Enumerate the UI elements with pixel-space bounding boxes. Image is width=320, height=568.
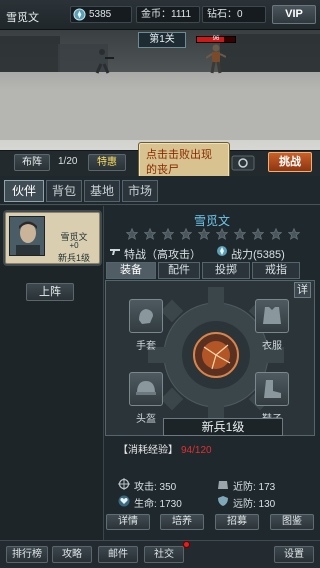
diamond-value: 钻石：0 [207, 9, 243, 20]
special-offer-button[interactable]: 特惠 [88, 154, 126, 171]
helmet-label: 头盔 [136, 414, 156, 425]
hp-stat: 生命: 1730 [134, 499, 182, 510]
star-icon [180, 228, 192, 240]
formation-count: 1/20 [58, 156, 78, 167]
gloves-slot[interactable] [129, 299, 163, 333]
star-icon [288, 228, 300, 240]
tab-rings[interactable]: 戒指 [252, 262, 300, 279]
shoes-slot[interactable] [255, 372, 289, 406]
power-display: 5385 [70, 6, 132, 23]
tab-divider [0, 204, 320, 205]
clothes-label: 衣服 [262, 341, 282, 352]
exp-row: 【消耗经验】 94/120 [118, 441, 212, 456]
attack-icon [118, 478, 130, 490]
codex-button[interactable]: 图鉴 [270, 514, 314, 530]
avatar [10, 217, 44, 255]
helmet-icon [136, 381, 156, 395]
vip-button[interactable]: VIP [272, 5, 316, 24]
train-button[interactable]: 培养 [160, 514, 204, 530]
power-value: 5385 [89, 9, 112, 20]
vest-icon [263, 307, 281, 324]
formation-button[interactable]: 布阵 [14, 154, 50, 171]
star-icon [252, 228, 264, 240]
nav-settings[interactable]: 设置 [274, 546, 314, 563]
boots-icon [264, 380, 281, 398]
enemy-hp-bar: 96 [196, 36, 236, 43]
challenge-button[interactable]: 挑战 [268, 152, 312, 172]
settings-gear-icon[interactable] [231, 155, 255, 171]
equipment-detail-button[interactable]: 详 [294, 282, 311, 298]
star-rating [126, 228, 304, 242]
diamond-display: 钻石：0 [202, 6, 266, 23]
tab-base[interactable]: 基地 [84, 180, 120, 202]
ranged-defense-stat: 远防: 130 [233, 499, 276, 510]
player-name: 雪觅文 [6, 12, 39, 24]
partner-portrait [9, 216, 45, 256]
battle-scene[interactable]: 第1关 96 [0, 30, 320, 150]
heart-icon [118, 495, 130, 507]
ruins-left [0, 36, 60, 72]
power-icon [217, 246, 227, 256]
soldier-sprite [95, 49, 114, 74]
helmet-slot[interactable] [129, 372, 163, 406]
road [0, 90, 320, 140]
gloves-icon [139, 309, 153, 324]
notification-dot [183, 541, 190, 548]
hero-name: 雪觅文 [193, 214, 230, 228]
star-icon [216, 228, 228, 240]
tab-equipment[interactable]: 装备 [106, 262, 156, 279]
shield-icon [218, 496, 228, 506]
power-icon [73, 8, 86, 21]
exp-label: 【消耗经验】 [118, 445, 178, 456]
tab-throwables[interactable]: 投掷 [202, 262, 250, 279]
deploy-button[interactable]: 上阵 [26, 283, 74, 301]
nav-social[interactable]: 社交 [144, 546, 184, 563]
gold-display: 金币：1111 [136, 6, 200, 23]
gun-icon [110, 249, 120, 255]
tab-partner[interactable]: 伙伴 [4, 180, 44, 202]
details-button[interactable]: 详情 [106, 514, 150, 530]
hero-power: 战力(5385) [231, 249, 285, 261]
clothes-slot[interactable] [255, 299, 289, 333]
star-icon [198, 228, 210, 240]
gold-value: 金币：1111 [141, 9, 192, 20]
rank-bar: 新兵1级 [163, 418, 283, 436]
nav-leaderboard[interactable]: 排行榜 [6, 546, 48, 563]
attack-stat: 攻击: 350 [134, 482, 177, 493]
star-icon [144, 228, 156, 240]
star-icon [234, 228, 246, 240]
nav-guide[interactable]: 攻略 [52, 546, 92, 563]
recruit-button[interactable]: 招募 [215, 514, 259, 530]
gloves-label: 手套 [136, 341, 156, 352]
tab-parts[interactable]: 配件 [158, 262, 200, 279]
star-icon [162, 228, 174, 240]
star-icon [270, 228, 282, 240]
zombie-sprite [206, 44, 226, 74]
melee-defense-icon [218, 481, 228, 489]
level-label: 第1关 [138, 32, 186, 48]
exp-value: 94/120 [181, 445, 212, 456]
melee-defense-stat: 近防: 173 [233, 482, 276, 493]
tab-bag[interactable]: 背包 [46, 180, 82, 202]
nav-mail[interactable]: 邮件 [98, 546, 138, 563]
tab-market[interactable]: 市场 [122, 180, 158, 202]
hero-specialty: 特战（高攻击） [124, 249, 201, 261]
star-icon [126, 228, 138, 240]
partner-card-rank: 新兵1级 [57, 253, 90, 263]
partner-card-plus: +0 [69, 241, 79, 250]
enemy-hp-text: 96 [212, 36, 220, 42]
